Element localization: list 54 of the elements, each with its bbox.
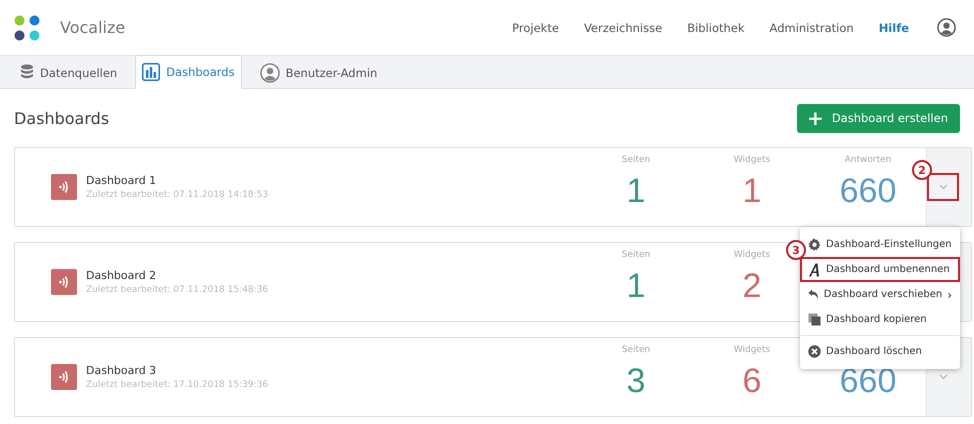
user-avatar-icon[interactable] [937,18,956,37]
tab[interactable]: Benutzer-Admin [254,56,384,89]
stat-label: Widgets [734,345,770,357]
logo-icon [14,14,40,40]
stat-label: Seiten [622,250,650,262]
stat-value: 3 [626,361,646,402]
stat-label: Antworten [844,155,892,167]
last-edited-text: Zuletzt bearbeitet: 07.11.2018 15:48:36 [86,285,270,295]
submenu-arrow: › [947,288,952,302]
menu-item[interactable]: Dashboard umbenennen [800,257,960,282]
database-icon [20,64,34,81]
dashboard-icon [51,364,77,390]
stat-label: Seiten [622,155,650,167]
dashboard-icon [51,269,77,295]
nav-link[interactable]: Bibliothek [687,20,745,34]
nav-link[interactable]: Administration [770,20,854,34]
dashboard-name: Dashboard 2 [86,269,158,282]
close-circle-icon [808,345,821,358]
dashboard-icon [51,174,77,200]
last-edited-text: Zuletzt bearbeitet: 07.11.2018 14:18:53 [86,190,270,200]
nav-link[interactable]: Verzeichnisse [584,20,662,34]
stat-value: 6 [742,361,762,402]
brand-name: Vocalize [60,18,126,37]
gear-icon [808,238,821,251]
chevron-down-icon [938,184,948,190]
page-title: Dashboards [14,108,110,128]
stat-value: 1 [626,171,646,212]
stat-label: Seiten [622,345,650,357]
stat-label: Widgets [734,250,770,262]
create-dashboard-button[interactable]: + Dashboard erstellen [797,104,960,132]
italic-letter-icon [808,262,821,276]
stat-value: 660 [840,361,896,402]
step-number-badge: 3 [786,240,806,260]
chevron-down-icon [938,374,948,380]
stat-value: 660 [840,171,896,212]
bar-chart-icon [142,63,160,81]
last-edited-text: Zuletzt bearbeitet: 17.10.2018 15:39:36 [86,380,270,390]
user-icon [260,62,280,82]
dashboard-card[interactable]: Dashboard 1 Zuletzt bearbeitet: 07.11.2018 14:18:53 Seiten 1 Widgets 1 Antworten 660 2 [14,147,972,227]
stat-value: 2 [742,266,762,307]
return-arrow-icon [808,288,819,301]
nav-link[interactable]: Hilfe [878,20,909,34]
copy-icon [808,313,821,326]
stat-label: Widgets [734,155,770,167]
menu-item[interactable]: Dashboard löschen [800,339,960,364]
tab[interactable]: Datenquellen [14,56,124,89]
menu-item[interactable]: Dashboard verschieben › [800,282,960,307]
dashboard-name: Dashboard 1 [86,174,158,187]
nav-link[interactable]: Projekte [512,20,559,34]
stat-value: 1 [626,266,646,307]
dashboard-name: Dashboard 3 [86,364,158,377]
tab[interactable]: Dashboards [135,55,242,89]
stat-value: 1 [742,171,762,212]
step-number-badge: 2 [912,160,932,180]
